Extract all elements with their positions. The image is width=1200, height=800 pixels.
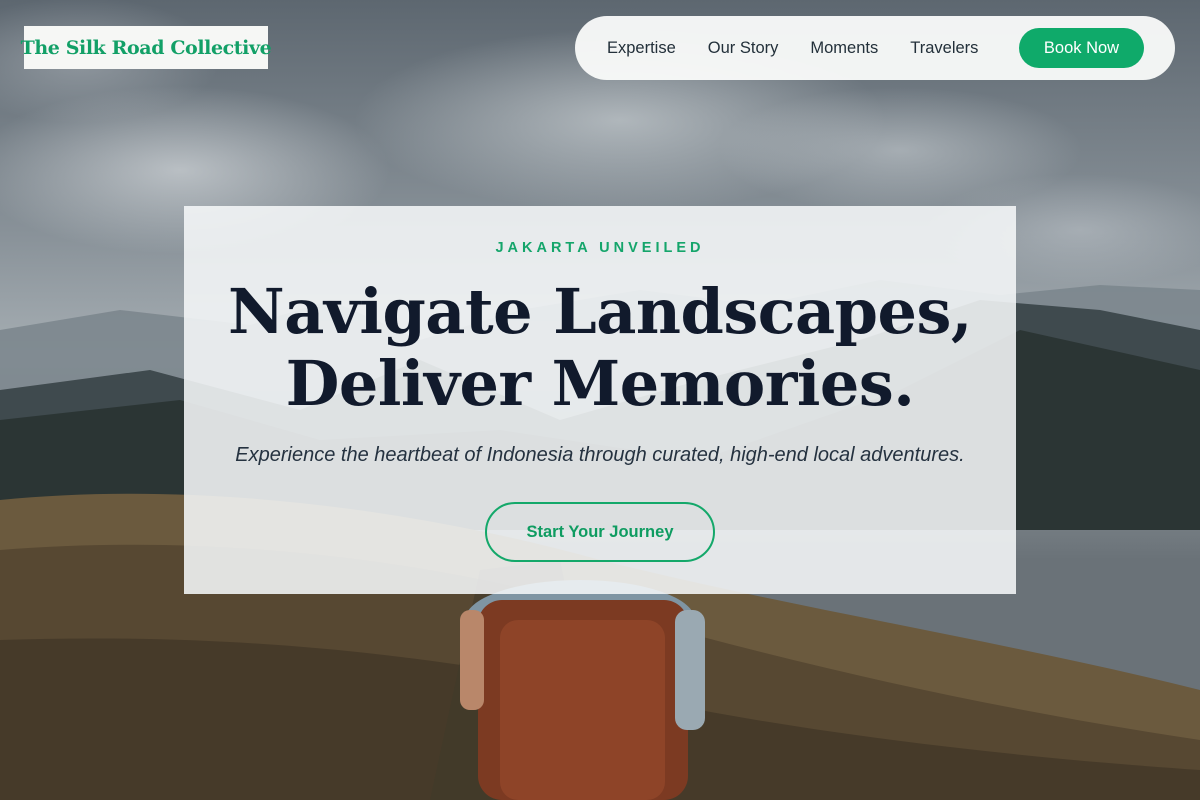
hero-card: JAKARTA UNVEILED Navigate Landscapes, De… [184,206,1016,594]
hero-headline-line-2: Deliver Memories. [285,347,915,420]
hero-headline-line-1: Navigate Landscapes, [228,275,972,348]
main-nav: Expertise Our Story Moments Travelers Bo… [575,16,1175,80]
brand-logo[interactable]: The Silk Road Collective [21,26,272,69]
nav-link-travelers[interactable]: Travelers [910,39,978,58]
nav-link-our-story[interactable]: Our Story [708,39,779,58]
nav-link-expertise[interactable]: Expertise [607,39,676,58]
hero-headline: Navigate Landscapes, Deliver Memories. [184,276,1016,420]
book-now-button[interactable]: Book Now [1019,28,1144,68]
hiker-figure [460,580,705,800]
start-journey-button[interactable]: Start Your Journey [485,502,715,562]
nav-link-moments[interactable]: Moments [810,39,878,58]
hero-eyebrow: JAKARTA UNVEILED [495,240,705,256]
hero-subtitle: Experience the heartbeat of Indonesia th… [235,444,965,466]
